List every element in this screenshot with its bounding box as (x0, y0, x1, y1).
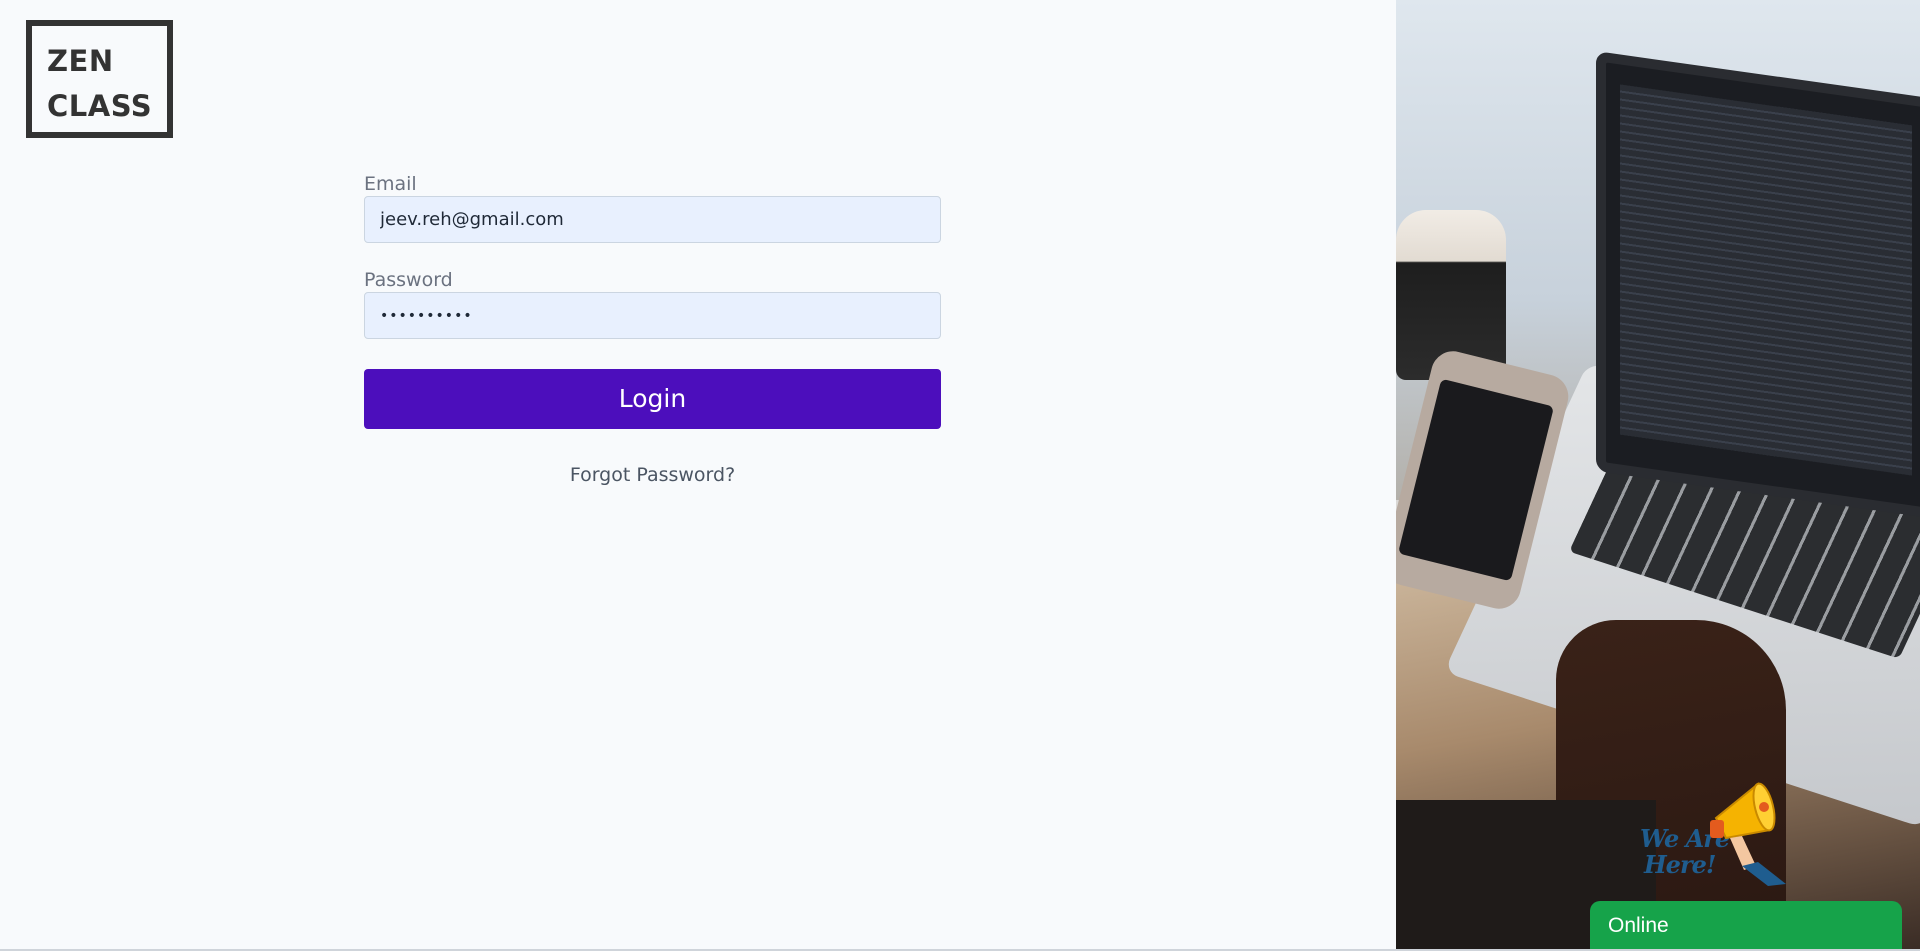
forgot-password-link[interactable]: Forgot Password? (364, 463, 941, 487)
logo-line-2: CLASS (47, 89, 153, 123)
email-label: Email (364, 173, 417, 195)
laptop-code-image (1620, 84, 1912, 476)
laptop-screen-image (1596, 51, 1920, 519)
password-label: Password (364, 269, 453, 291)
login-pane: ZEN CLASS Email Password Login Forgot Pa… (0, 0, 1396, 949)
megaphone-icon (1710, 782, 1786, 886)
login-form: Email Password Login Forgot Password? (364, 172, 941, 487)
zen-class-logo: ZEN CLASS (26, 20, 173, 138)
password-field[interactable] (364, 292, 941, 339)
online-chat-button[interactable]: Online (1590, 901, 1902, 951)
login-page: ZEN CLASS Email Password Login Forgot Pa… (0, 0, 1920, 951)
login-button[interactable]: Login (364, 369, 941, 429)
logo-line-1: ZEN (47, 44, 114, 78)
password-block: Password (364, 268, 941, 339)
email-field[interactable] (364, 196, 941, 243)
we-are-here-widget[interactable]: We Are Here! (1636, 776, 1786, 896)
